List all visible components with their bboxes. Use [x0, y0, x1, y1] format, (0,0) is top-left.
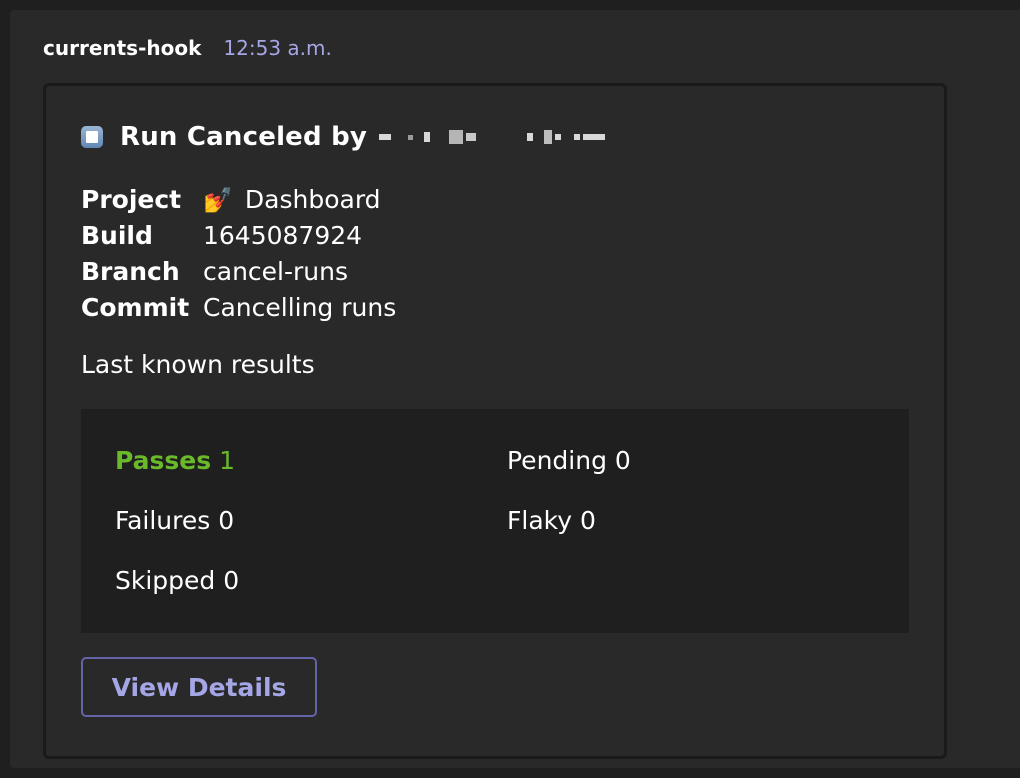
results-heading: Last known results	[81, 350, 315, 379]
fact-key: Branch	[81, 257, 180, 286]
fact-value: 1645087924	[203, 221, 363, 250]
card-title: Run Canceled by	[81, 122, 606, 152]
passes-label: Passes	[115, 446, 212, 475]
chat-message: currents-hook 12:53 a.m. Run Canceled by	[10, 10, 1020, 768]
fact-key: Commit	[81, 293, 190, 322]
skipped-stat: Skipped 0	[115, 566, 240, 595]
message-header: currents-hook 12:53 a.m.	[43, 36, 332, 60]
fact-value: 💅 Dashboard	[203, 182, 381, 218]
nail-polish-icon: 💅	[203, 186, 233, 214]
fact-set: Project 💅 Dashboard Build 1645087924 Bran…	[81, 182, 396, 326]
card-title-text: Run Canceled by	[120, 122, 368, 152]
failures-stat: Failures 0	[115, 506, 235, 535]
redacted-username	[379, 130, 606, 144]
pending-stat: Pending 0	[507, 446, 631, 475]
passes-stat: Passes 1	[115, 446, 235, 475]
fact-row-project: Project 💅 Dashboard	[81, 182, 396, 218]
results-panel: Passes 1 Pending 0 Failures 0 Flaky 0 Sk…	[81, 409, 909, 633]
fact-row-commit: Commit Cancelling runs	[81, 290, 396, 326]
flaky-stat: Flaky 0	[507, 506, 596, 535]
sender-name[interactable]: currents-hook	[43, 36, 201, 60]
message-timestamp: 12:53 a.m.	[223, 36, 332, 60]
adaptive-card: Run Canceled by Project 💅 Dashboard Buil…	[43, 83, 947, 759]
passes-value: 1	[219, 446, 235, 475]
view-details-button[interactable]: View Details	[81, 657, 317, 717]
stop-button-icon	[81, 126, 103, 148]
fact-key: Project	[81, 185, 182, 214]
bottom-divider	[0, 768, 1020, 778]
fact-row-build: Build 1645087924	[81, 218, 396, 254]
fact-row-branch: Branch cancel-runs	[81, 254, 396, 290]
fact-value: Cancelling runs	[203, 293, 397, 322]
project-name: Dashboard	[244, 185, 381, 214]
fact-value: cancel-runs	[203, 257, 348, 286]
fact-key: Build	[81, 221, 153, 250]
